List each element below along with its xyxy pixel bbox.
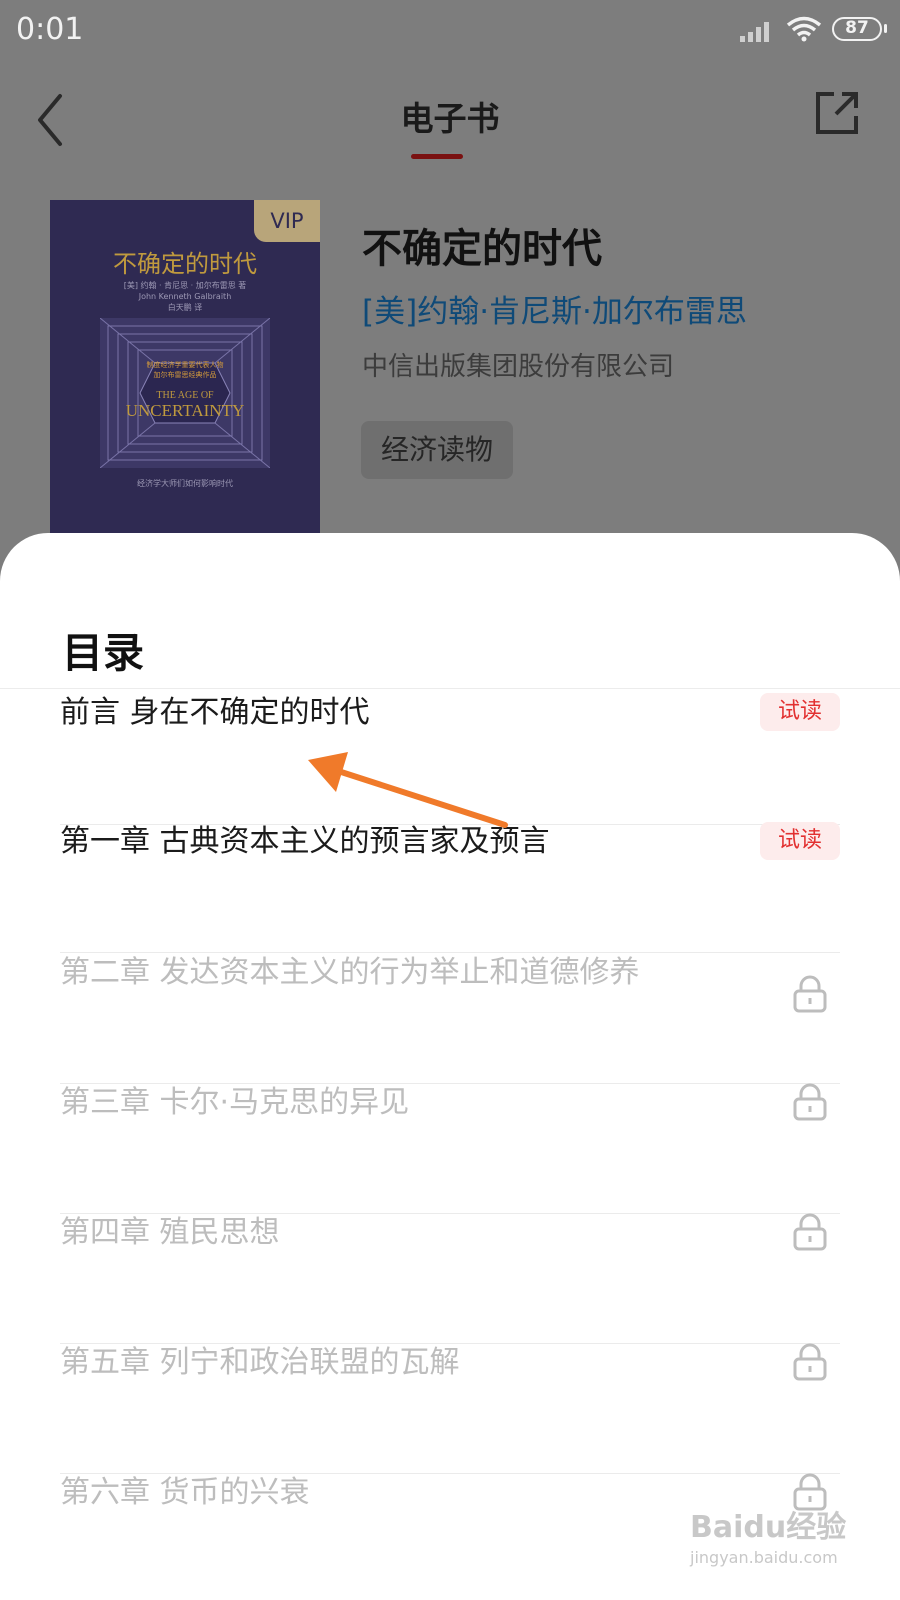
cover-footer: 经济学大师们如何影响时代 bbox=[137, 479, 233, 488]
toc-item[interactable]: 第二章 发达资本主义的行为举止和道德修养 bbox=[60, 953, 840, 1084]
toc-item[interactable]: 前言 身在不确定的时代 试读 bbox=[60, 693, 840, 825]
signal-icon bbox=[740, 22, 769, 42]
trial-badge[interactable]: 试读 bbox=[760, 822, 840, 860]
toc-item-label: 第一章 古典资本主义的预言家及预言 bbox=[60, 824, 550, 859]
toc-divider bbox=[0, 688, 900, 689]
cover-english-title: THE AGE OF UNCERTAINTY bbox=[50, 390, 320, 420]
toc-item-label: 第二章 发达资本主义的行为举止和道德修养 bbox=[60, 955, 640, 990]
toc-item-label: 第五章 列宁和政治联盟的瓦解 bbox=[60, 1345, 460, 1380]
book-cover[interactable]: VIP 不确定的时代 [美] 约翰 · 肯尼思 · 加尔布雷思 著 John K… bbox=[50, 200, 320, 535]
toc-sheet: 目录 前言 身在不确定的时代 试读 第一章 古典资本主义的预言家及预言 试读 第… bbox=[0, 533, 900, 1600]
status-time: 0:01 bbox=[16, 12, 84, 47]
toc-item[interactable]: 第三章 卡尔·马克思的异见 bbox=[60, 1083, 840, 1214]
cover-title: 不确定的时代 bbox=[113, 250, 257, 278]
status-bar: 0:01 87 bbox=[0, 0, 900, 62]
cover-english-title-2: UNCERTAINTY bbox=[125, 401, 245, 420]
toc-item-label: 第六章 货币的兴衰 bbox=[60, 1475, 310, 1510]
share-icon[interactable] bbox=[812, 88, 862, 138]
book-title: 不确定的时代 bbox=[362, 226, 602, 272]
cover-tagline-2: 加尔布雷思经典作品 bbox=[153, 371, 217, 379]
lock-icon bbox=[793, 1083, 827, 1121]
cover-tagline: 制度经济学重要代表人物 加尔布雷思经典作品 bbox=[50, 360, 320, 380]
lock-icon bbox=[793, 1343, 827, 1381]
cover-author-line: [美] 约翰 · 肯尼思 · 加尔布雷思 著 bbox=[123, 281, 247, 290]
toc-item[interactable]: 第四章 殖民思想 bbox=[60, 1213, 840, 1344]
cover-tagline-1: 制度经济学重要代表人物 bbox=[146, 361, 224, 369]
book-publisher: 中信出版集团股份有限公司 bbox=[362, 352, 675, 382]
trial-badge[interactable]: 试读 bbox=[760, 693, 840, 731]
cover-translator: 白天鹏 译 bbox=[167, 303, 203, 312]
toc-item-label: 前言 身在不确定的时代 bbox=[60, 695, 370, 730]
battery-indicator: 87 bbox=[832, 17, 887, 41]
toc-title: 目录 bbox=[62, 629, 144, 677]
lock-icon bbox=[793, 1213, 827, 1251]
category-tag[interactable]: 经济读物 bbox=[361, 421, 514, 479]
toc-item[interactable]: 第五章 列宁和政治联盟的瓦解 bbox=[60, 1343, 840, 1474]
book-author-link[interactable]: [美]约翰·肯尼斯·加尔布雷思 bbox=[362, 286, 747, 331]
toc-item-label: 第三章 卡尔·马克思的异见 bbox=[60, 1085, 410, 1120]
cover-author-en: John Kenneth Galbraith bbox=[138, 292, 232, 301]
lock-icon bbox=[793, 975, 827, 1013]
nav-bar: 电子书 bbox=[0, 62, 900, 172]
toc-item-label: 第四章 殖民思想 bbox=[60, 1215, 280, 1250]
cover-author: [美] 约翰 · 肯尼思 · 加尔布雷思 著 John Kenneth Galb… bbox=[50, 280, 320, 313]
vip-badge: VIP bbox=[254, 200, 320, 242]
toc-item[interactable]: 第一章 古典资本主义的预言家及预言 试读 bbox=[60, 822, 840, 953]
page-title: 电子书 bbox=[400, 99, 500, 138]
title-underline bbox=[411, 154, 463, 159]
watermark-logo: Baidu经验 bbox=[690, 1510, 847, 1545]
wifi-icon bbox=[786, 16, 822, 42]
watermark-url: jingyan.baidu.com bbox=[690, 1548, 838, 1567]
